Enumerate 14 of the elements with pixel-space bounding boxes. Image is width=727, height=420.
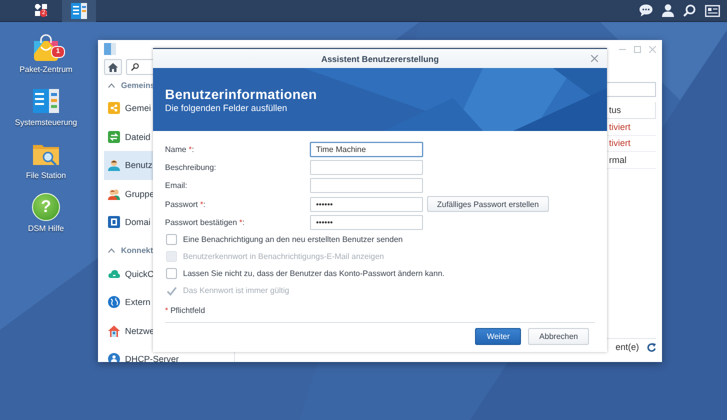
- page-heading: Benutzerinformationen: [165, 86, 318, 102]
- required-note: * Pflichtfeld: [165, 306, 206, 315]
- checkbox-label: Benutzerkennwort in Benachrichtigungs-E-Mail anzeigen: [183, 252, 384, 262]
- dialog-title: Assistent Benutzererstellung: [321, 54, 439, 64]
- checkbox-label: Lassen Sie nicht zu, dass der Benutzer das Konto-Passwort ändern kann.: [183, 269, 444, 278]
- field-label: Passwort *:: [165, 200, 206, 209]
- checkbox-label: Eine Benachrichtigung an den neu erstellten Benutzer senden: [183, 235, 403, 244]
- checkbox-label: Das Kennwort ist immer gültig: [183, 286, 290, 296]
- field-label: Passwort bestätigen *:: [165, 218, 246, 227]
- field-label: Email:: [165, 181, 188, 190]
- item-count: ent(e): [615, 342, 639, 352]
- field-label: Name *:: [165, 144, 195, 154]
- field-label: Beschreibung:: [165, 162, 218, 172]
- page-subheading: Die folgenden Felder ausfüllen: [165, 102, 288, 112]
